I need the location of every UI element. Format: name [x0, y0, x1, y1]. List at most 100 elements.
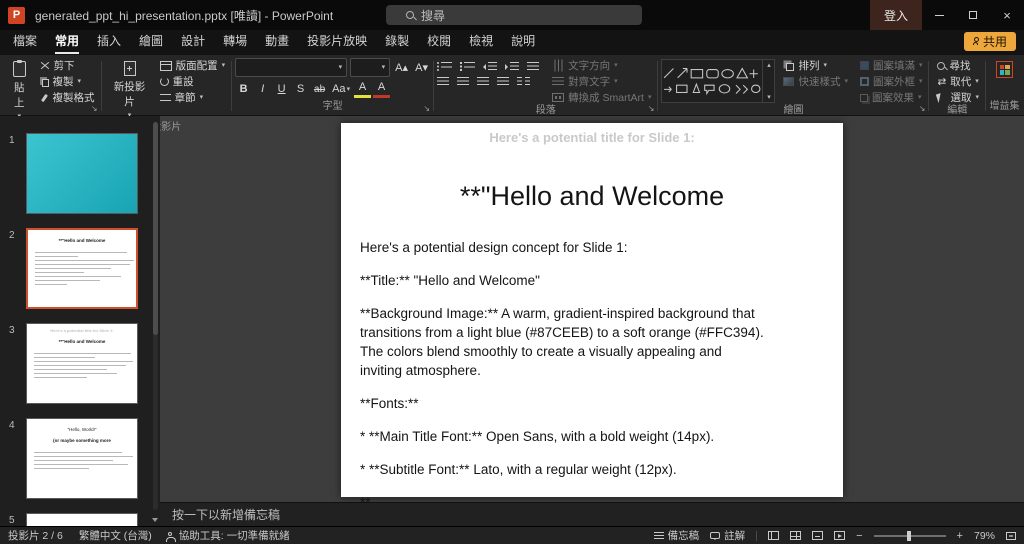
- increase-indent-icon[interactable]: [505, 61, 520, 71]
- slide-paragraph[interactable]: **Fonts:**: [360, 394, 764, 413]
- tab-slideshow[interactable]: 投影片放映: [298, 28, 376, 55]
- reset-button[interactable]: 重設: [157, 74, 229, 89]
- share-button[interactable]: 共用: [963, 32, 1016, 51]
- font-size-combobox[interactable]: ▾: [350, 58, 391, 77]
- tab-home[interactable]: 常用: [46, 28, 88, 55]
- tab-help[interactable]: 說明: [502, 28, 544, 55]
- align-center-icon[interactable]: [457, 77, 470, 86]
- quick-styles-button[interactable]: 快速樣式 ▾: [780, 74, 851, 89]
- signin-button[interactable]: 登入: [869, 0, 922, 30]
- slideshow-view-icon[interactable]: [834, 531, 846, 540]
- zoom-in-button[interactable]: +: [957, 530, 963, 541]
- text-direction-button[interactable]: 文字方向 ▾: [549, 58, 654, 73]
- arrange-button[interactable]: 排列 ▾: [780, 58, 851, 73]
- text-shadow-button[interactable]: S: [292, 80, 309, 98]
- thumbnail-scroll-down-icon[interactable]: [152, 518, 158, 522]
- zoom-slider[interactable]: [873, 530, 946, 541]
- strikethrough-button[interactable]: ab: [311, 80, 328, 98]
- tab-insert[interactable]: 插入: [88, 28, 130, 55]
- zoom-slider-handle[interactable]: [906, 530, 911, 541]
- tab-file[interactable]: 檔案: [4, 28, 46, 55]
- notes-toggle-button[interactable]: 備忘稿: [653, 528, 699, 543]
- search-box[interactable]: 搜尋: [386, 5, 642, 25]
- slide-ghost-title[interactable]: Here's a potential title for Slide 1:: [341, 130, 843, 145]
- paragraph-dialog-launcher-icon[interactable]: ↘: [648, 105, 655, 113]
- change-case-button[interactable]: Aa ▾: [330, 80, 352, 98]
- slide-paragraph[interactable]: * **Main Title Font:** Open Sans, with a…: [360, 427, 764, 446]
- tab-record[interactable]: 錄製: [376, 28, 418, 55]
- language-button[interactable]: 繁體中文 (台灣): [79, 528, 152, 543]
- slide-thumbnail-3[interactable]: Here's a potential title for Slide 1: **…: [26, 323, 138, 404]
- slide-paragraph[interactable]: **Title:** "Hello and Welcome": [360, 271, 764, 290]
- slide-sorter-view-icon[interactable]: [790, 531, 802, 540]
- select-button[interactable]: 選取 ▾: [934, 90, 982, 105]
- section-button[interactable]: 章節 ▾: [157, 90, 229, 105]
- minimize-button[interactable]: [922, 0, 956, 30]
- clipboard-dialog-launcher-icon[interactable]: ↘: [91, 105, 98, 113]
- shrink-font-button[interactable]: A▾: [413, 59, 430, 77]
- tab-transitions[interactable]: 轉場: [214, 28, 256, 55]
- bold-button[interactable]: B: [235, 80, 252, 98]
- font-color-button[interactable]: A: [373, 80, 391, 98]
- tab-animations[interactable]: 動畫: [256, 28, 298, 55]
- normal-view-icon[interactable]: [768, 531, 780, 540]
- slide-paragraph[interactable]: * **Subtitle Font:** Lato, with a regula…: [360, 460, 764, 479]
- bullets-icon[interactable]: [437, 61, 453, 71]
- layout-button[interactable]: 版面配置 ▾: [157, 58, 229, 73]
- restore-button[interactable]: [956, 0, 990, 30]
- slide-editor[interactable]: Here's a potential title for Slide 1: **…: [341, 123, 843, 502]
- close-button[interactable]: ×: [990, 0, 1024, 30]
- copy-button[interactable]: 複製 ▾: [37, 74, 98, 89]
- line-spacing-icon[interactable]: [527, 61, 540, 71]
- justify-icon[interactable]: [497, 77, 510, 86]
- shapes-gallery[interactable]: ▴ ▾: [661, 59, 776, 103]
- slide-paragraph[interactable]: **Background Image:** A warm, gradient-i…: [360, 304, 764, 380]
- shapes-scroll-up-icon[interactable]: ▴: [767, 61, 771, 69]
- drawing-dialog-launcher-icon[interactable]: ↘: [919, 105, 926, 113]
- tab-design[interactable]: 設計: [172, 28, 214, 55]
- zoom-level[interactable]: 79%: [974, 530, 995, 542]
- slide-thumbnail-4[interactable]: "Hello, World!" (or maybe something more: [26, 418, 138, 499]
- slide-paragraph[interactable]: Here's a potential design concept for Sl…: [360, 238, 764, 257]
- numbering-icon[interactable]: [460, 61, 476, 71]
- font-dialog-launcher-icon[interactable]: ↘: [423, 105, 430, 113]
- shapes-gallery-scrollbar[interactable]: ▴ ▾: [762, 60, 774, 102]
- font-name-combobox[interactable]: ▾: [235, 58, 348, 77]
- align-right-icon[interactable]: [477, 77, 490, 86]
- slide-thumbnail-1[interactable]: [26, 133, 138, 214]
- shape-effects-button[interactable]: 圖案效果 ▾: [857, 90, 926, 105]
- slide-title[interactable]: **"Hello and Welcome: [341, 181, 843, 212]
- convert-smartart-button[interactable]: 轉換成 SmartArt ▾: [549, 90, 654, 105]
- underline-button[interactable]: U: [273, 80, 290, 98]
- grow-font-button[interactable]: A▴: [393, 59, 410, 77]
- columns-icon[interactable]: [517, 77, 531, 86]
- paste-button[interactable]: 貼上 ▾: [4, 58, 35, 123]
- slide-body-textbox[interactable]: Here's a potential design concept for Sl…: [360, 238, 764, 502]
- cut-button[interactable]: 剪下: [37, 58, 98, 73]
- align-left-icon[interactable]: [437, 77, 450, 86]
- slide-paragraph[interactable]: **: [360, 493, 764, 502]
- thumbnail-scrollbar-thumb[interactable]: [153, 122, 158, 336]
- shapes-scroll-down-icon[interactable]: ▾: [767, 93, 771, 101]
- zoom-out-button[interactable]: −: [856, 530, 862, 541]
- tab-review[interactable]: 校閱: [418, 28, 460, 55]
- tab-view[interactable]: 檢視: [460, 28, 502, 55]
- fit-to-window-icon[interactable]: [1006, 531, 1016, 540]
- replace-button[interactable]: ⇄ 取代 ▾: [934, 74, 982, 89]
- find-button[interactable]: 尋找: [934, 58, 982, 73]
- slide-thumbnail-5[interactable]: [26, 513, 138, 526]
- comments-toggle-button[interactable]: 註解: [710, 528, 745, 543]
- thumbnail-scrollbar[interactable]: [153, 122, 158, 510]
- new-slide-button[interactable]: 新投影片 ▾: [105, 58, 155, 122]
- highlight-color-button[interactable]: A: [354, 80, 372, 98]
- format-painter-button[interactable]: 複製格式: [37, 90, 98, 105]
- shape-outline-button[interactable]: 圖案外框 ▾: [857, 74, 926, 89]
- addins-button[interactable]: [989, 58, 1020, 81]
- italic-button[interactable]: I: [254, 80, 271, 98]
- slide-thumbnail-2[interactable]: **"Hello and Welcome: [26, 228, 138, 309]
- tab-draw[interactable]: 繪圖: [130, 28, 172, 55]
- shape-fill-button[interactable]: 圖案填滿 ▾: [857, 58, 926, 73]
- decrease-indent-icon[interactable]: [483, 61, 498, 71]
- align-text-button[interactable]: 對齊文字 ▾: [549, 74, 654, 89]
- accessibility-status[interactable]: 協助工具: 一切準備就緒: [166, 528, 290, 543]
